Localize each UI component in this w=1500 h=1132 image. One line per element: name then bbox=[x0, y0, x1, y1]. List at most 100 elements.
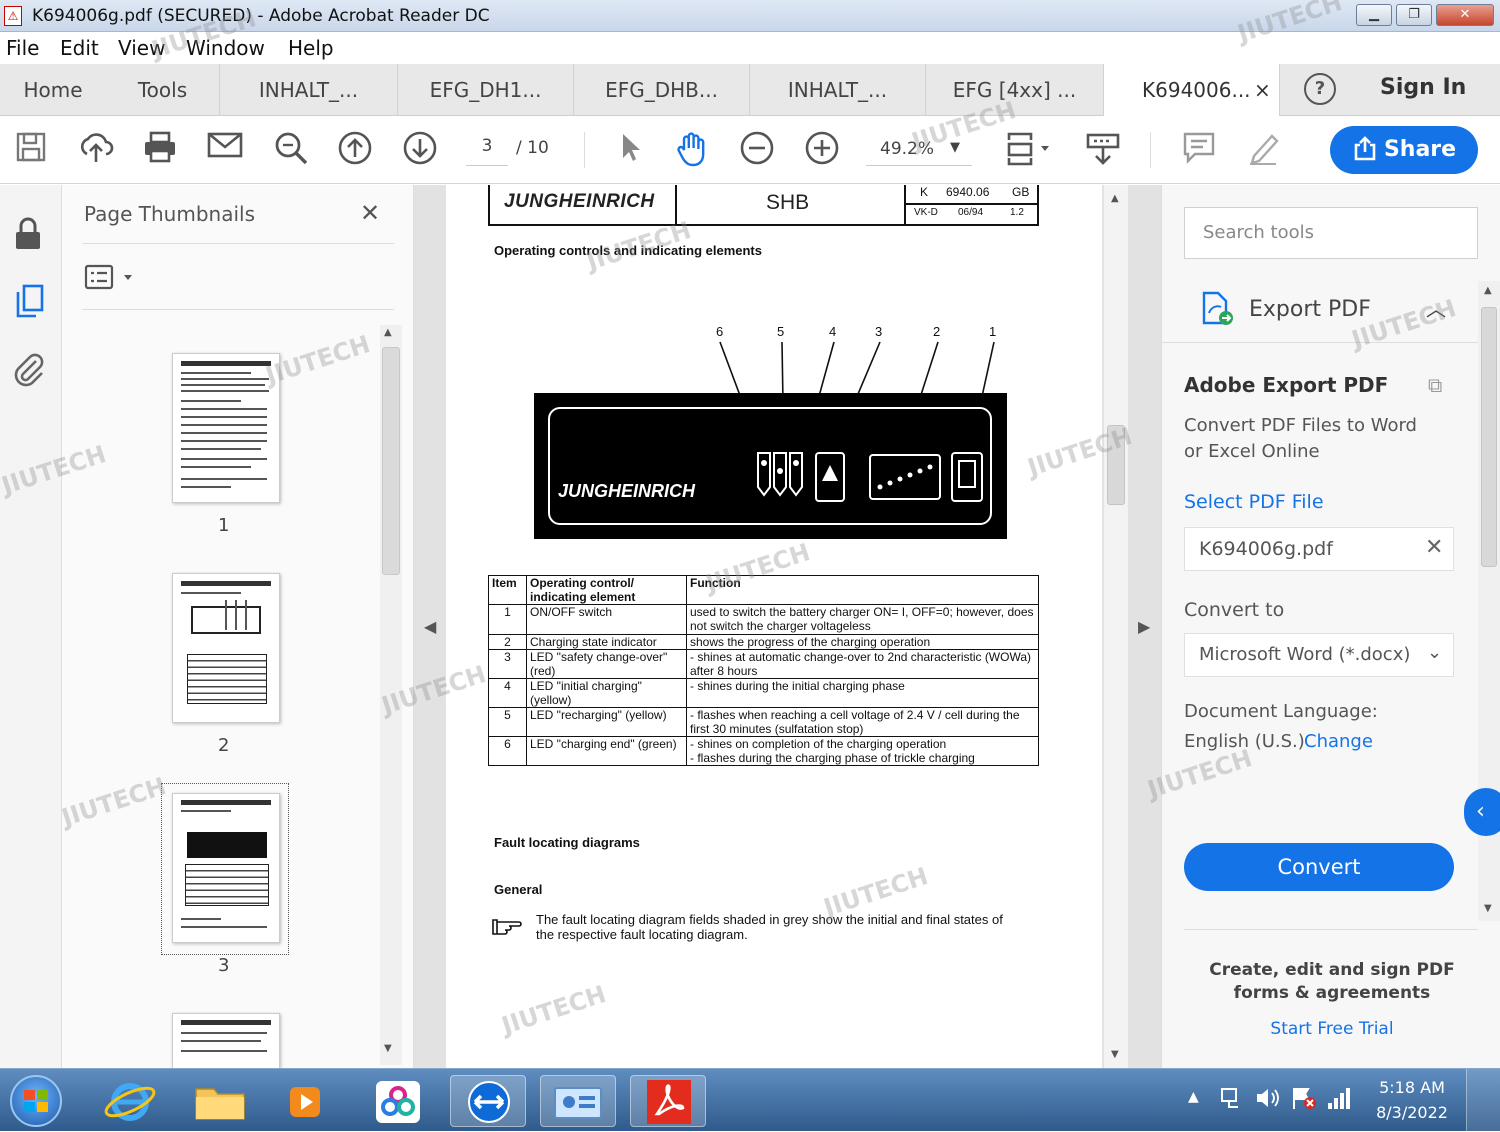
collapse-left-icon[interactable]: ◀ bbox=[424, 617, 436, 636]
charger-control-panel: JUNGHEINRICH bbox=[534, 393, 1007, 539]
table-cell: used to switch the battery charger ON= I… bbox=[686, 604, 1039, 635]
page-thumbnail-4[interactable] bbox=[172, 1013, 280, 1068]
page-number-input[interactable]: 3 bbox=[466, 136, 508, 166]
thumbnail-options-icon[interactable] bbox=[84, 263, 138, 291]
scrollbar-thumb[interactable] bbox=[382, 347, 400, 575]
comment-icon[interactable] bbox=[1180, 130, 1218, 168]
menu-view[interactable]: View bbox=[118, 36, 165, 60]
signal-icon[interactable] bbox=[1326, 1085, 1352, 1115]
scrollbar-thumb[interactable] bbox=[1481, 307, 1497, 567]
page-up-icon[interactable] bbox=[336, 130, 374, 168]
change-language-link[interactable]: Change bbox=[1304, 731, 1373, 752]
teamviewer-icon[interactable] bbox=[450, 1075, 526, 1127]
share-button[interactable]: Share bbox=[1330, 126, 1478, 174]
menu-window[interactable]: Window bbox=[186, 36, 265, 60]
clock-time[interactable]: 5:18 AM bbox=[1374, 1078, 1450, 1097]
promo-text: Create, edit and sign PDF forms & agreem… bbox=[1209, 960, 1455, 1003]
divider bbox=[1184, 929, 1478, 930]
zoom-search-icon[interactable] bbox=[272, 130, 310, 168]
export-description: Convert PDF Files to Word or Excel Onlin… bbox=[1184, 415, 1417, 462]
sign-pen-icon[interactable] bbox=[1245, 130, 1283, 168]
print-icon[interactable] bbox=[141, 130, 179, 168]
thumbnails-scrollbar[interactable]: ▲ ▼ bbox=[380, 325, 402, 1065]
document-language-label: Document Language: bbox=[1184, 701, 1378, 722]
hand-icon[interactable] bbox=[674, 130, 712, 168]
fit-page-icon[interactable] bbox=[1002, 130, 1054, 168]
tab-doc-2[interactable]: EFG_DH1... bbox=[398, 64, 574, 116]
windows-start-icon[interactable] bbox=[10, 1075, 62, 1127]
sign-in-link[interactable]: Sign In bbox=[1380, 75, 1466, 100]
internet-explorer-icon[interactable] bbox=[92, 1075, 168, 1127]
document-scrollbar[interactable]: ▲ ▼ bbox=[1104, 185, 1128, 1068]
menu-file[interactable]: File bbox=[6, 36, 39, 60]
panel-brand: JUNGHEINRICH bbox=[558, 481, 696, 501]
save-icon[interactable] bbox=[12, 130, 50, 168]
show-desktop-button[interactable] bbox=[1466, 1069, 1500, 1132]
remote-desktop-icon[interactable] bbox=[540, 1075, 616, 1127]
media-player-icon[interactable] bbox=[268, 1075, 344, 1127]
pointing-hand-icon bbox=[491, 914, 523, 940]
title-bar: ⚠ K694006g.pdf (SECURED) - Adobe Acrobat… bbox=[0, 0, 1500, 32]
tab-doc-4[interactable]: INHALT_... bbox=[750, 64, 926, 116]
page-down-icon[interactable] bbox=[401, 130, 439, 168]
collapse-pane-button[interactable]: ‹ bbox=[1464, 788, 1500, 836]
export-pdf-header[interactable]: Export PDF ︿ bbox=[1162, 281, 1478, 343]
close-window-button[interactable]: ✕ bbox=[1436, 4, 1494, 26]
zoom-out-icon[interactable] bbox=[738, 130, 776, 168]
select-arrow-icon[interactable] bbox=[610, 130, 648, 168]
upload-icon[interactable] bbox=[77, 130, 115, 168]
minimize-button[interactable]: ▁ bbox=[1356, 4, 1392, 26]
format-dropdown[interactable]: Microsoft Word (*.docx) ⌄ bbox=[1184, 633, 1454, 677]
help-icon[interactable]: ? bbox=[1304, 73, 1336, 105]
convert-button[interactable]: Convert bbox=[1184, 843, 1454, 891]
callout-label: 3 bbox=[875, 324, 883, 339]
export-settings-icon[interactable]: ⧉ bbox=[1428, 373, 1442, 397]
tray-expand-icon[interactable]: ▲ bbox=[1188, 1089, 1199, 1105]
scroll-mode-icon[interactable] bbox=[1084, 130, 1122, 168]
selected-file-name: K694006g.pdf bbox=[1199, 538, 1333, 560]
tab-tools[interactable]: Tools bbox=[106, 64, 220, 116]
file-explorer-icon[interactable] bbox=[182, 1075, 258, 1127]
network-icon[interactable] bbox=[1218, 1085, 1244, 1115]
table-cell: 6 bbox=[488, 736, 527, 766]
remove-file-icon[interactable]: ✕ bbox=[1425, 535, 1443, 560]
search-tools-input[interactable]: Search tools bbox=[1184, 207, 1478, 259]
chevron-up-icon[interactable]: ︿ bbox=[1426, 293, 1446, 322]
email-icon[interactable] bbox=[206, 130, 244, 168]
tab-doc-active[interactable]: K694006... × bbox=[1104, 64, 1280, 116]
restore-button[interactable]: ❐ bbox=[1396, 4, 1432, 26]
tab-home[interactable]: Home bbox=[0, 64, 106, 116]
menu-edit[interactable]: Edit bbox=[60, 36, 99, 60]
menu-help[interactable]: Help bbox=[288, 36, 334, 60]
acrobat-icon[interactable] bbox=[630, 1075, 706, 1127]
tab-doc-1[interactable]: INHALT_... bbox=[220, 64, 398, 116]
table-cell: 2 bbox=[488, 634, 527, 650]
flag-icon[interactable] bbox=[1290, 1085, 1318, 1115]
toolbar: 3 / 10 49.2% ▼ Share bbox=[0, 116, 1500, 184]
start-free-trial-link[interactable]: Start Free Trial bbox=[1202, 1019, 1462, 1039]
close-panel-button[interactable]: ✕ bbox=[360, 199, 380, 227]
zoom-in-icon[interactable] bbox=[803, 130, 841, 168]
tab-doc-5[interactable]: EFG [4xx] ... bbox=[926, 64, 1104, 116]
expand-right-icon[interactable]: ▶ bbox=[1138, 617, 1150, 636]
doc-number-label: K bbox=[920, 185, 929, 199]
scrollbar-thumb[interactable] bbox=[1107, 425, 1125, 505]
doc-lang: GB bbox=[1012, 185, 1030, 199]
tab-close-button[interactable]: × bbox=[1254, 64, 1271, 116]
lock-icon[interactable] bbox=[14, 217, 42, 255]
volume-icon[interactable] bbox=[1254, 1085, 1282, 1115]
minimize-icon: ▁ bbox=[1369, 7, 1379, 22]
table-cell: - flashes when reaching a cell voltage o… bbox=[686, 707, 1039, 737]
controls-table: Item Operating control/ indicating eleme… bbox=[488, 575, 1039, 766]
photos-app-icon[interactable] bbox=[360, 1075, 436, 1127]
tab-doc-3[interactable]: EFG_DHB... bbox=[574, 64, 750, 116]
zoom-level-dropdown[interactable]: 49.2% ▼ bbox=[866, 136, 972, 166]
panel-title: Page Thumbnails bbox=[84, 202, 255, 226]
page-thumbnail-3[interactable] bbox=[172, 793, 280, 943]
attachment-icon[interactable] bbox=[12, 351, 46, 391]
clock-date[interactable]: 8/3/2022 bbox=[1374, 1103, 1450, 1122]
select-pdf-file-link[interactable]: Select PDF File bbox=[1184, 491, 1324, 513]
pages-icon[interactable] bbox=[14, 283, 46, 323]
page-thumbnail-1[interactable] bbox=[172, 353, 280, 503]
page-thumbnail-2[interactable] bbox=[172, 573, 280, 723]
